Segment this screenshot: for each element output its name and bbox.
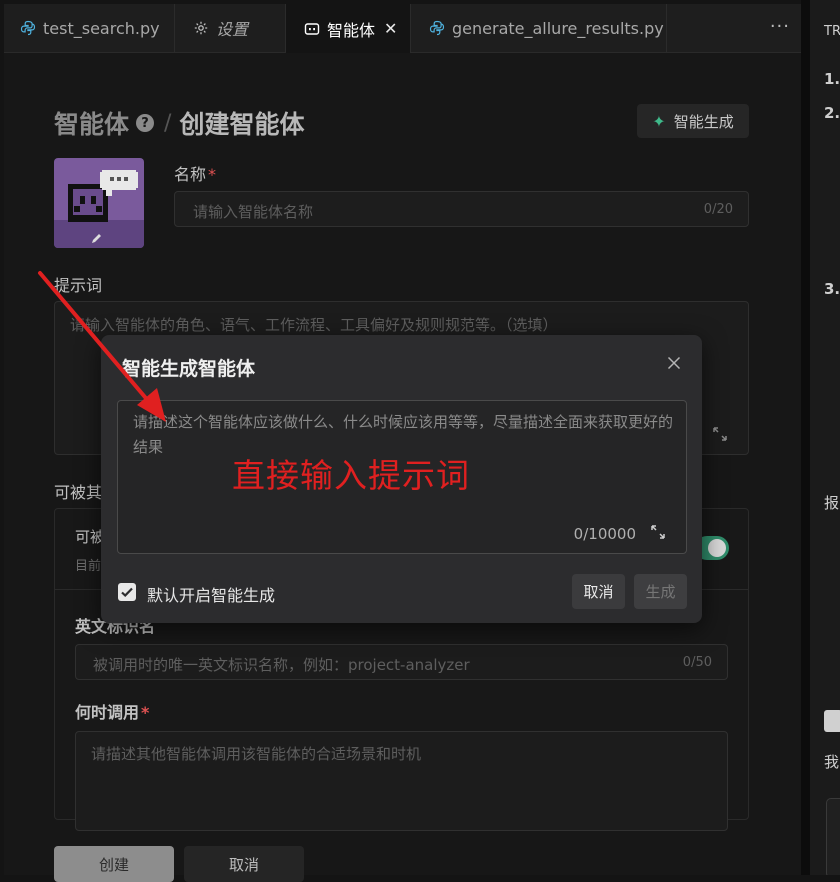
required-mark: * [141,703,150,722]
tab-test-search[interactable]: test_search.py [4,4,175,52]
create-button[interactable]: 创建 [54,846,174,882]
tab-label: 智能体 [327,20,376,40]
list-item: 3. [824,280,840,298]
breadcrumb-agent[interactable]: 智能体 [54,105,129,141]
right-panel-text: 报 [824,494,840,512]
breadcrumb-separator: / [164,110,172,136]
expand-icon[interactable] [712,426,728,442]
default-smart-gen-label[interactable]: 默认开启智能生成 [147,582,275,606]
list-item: 1. [824,70,840,88]
dialog-generate-button[interactable]: 生成 [634,574,687,609]
when-textarea[interactable]: 请描述其他智能体调用该智能体的合适场景和时机 [75,731,728,831]
name-label: 名称 * [174,161,216,185]
tab-label: generate_allure_results.py [452,18,664,38]
chat-input-box[interactable] [826,798,840,875]
more-icon[interactable]: ··· [770,16,790,37]
list-item: 2. [824,104,840,122]
expand-icon[interactable] [650,524,666,540]
en-id-placeholder: 被调用时的唯一英文标识名称，例如：project-analyzer [93,656,470,674]
pencil-icon[interactable] [90,230,104,244]
breadcrumb: 智能体 ? / 创建智能体 [54,105,304,141]
prompt-placeholder: 请输入智能体的角色、语气、工作流程、工具偏好及规则规范等。（选填） [70,316,558,334]
callable-label: 可被其 [54,483,103,502]
python-icon [20,20,36,36]
dialog-char-count: 0/10000 [573,525,636,543]
en-id-input[interactable]: 被调用时的唯一英文标识名称，例如：project-analyzer 0/50 [75,644,728,680]
tab-bar: test_search.py 设置 智能体 ✕ generate_allure_… [4,4,804,53]
name-char-count: 0/20 [703,202,733,217]
close-icon[interactable] [666,355,682,371]
help-icon[interactable]: ? [136,114,155,132]
cancel-button[interactable]: 取消 [184,846,304,882]
agent-icon [304,21,320,37]
smart-generate-label: 智能生成 [673,112,734,131]
close-tab-icon[interactable]: ✕ [384,19,397,38]
right-panel-title: TR [824,24,840,39]
page-title: 创建智能体 [179,110,305,139]
callable-card-desc: 目前 [75,559,102,574]
sparkle-icon: ✦ [652,111,666,131]
tab-settings[interactable]: 设置 [175,4,286,52]
tab-label: 设置 [216,20,249,39]
name-placeholder: 请输入智能体名称 [193,203,314,221]
name-input[interactable]: 请输入智能体名称 0/20 [174,191,749,227]
en-id-char-count: 0/50 [682,655,712,670]
dialog-title: 智能生成智能体 [122,358,256,380]
when-label: 何时调用 * [75,699,149,723]
default-smart-gen-checkbox[interactable] [118,583,136,601]
tab-generate-allure[interactable]: generate_allure_results.py [411,4,667,52]
smart-generate-button[interactable]: ✦ 智能生成 [637,104,749,138]
assistant-avatar-icon [824,710,840,732]
right-panel-text: 我 [824,753,840,771]
when-placeholder: 请描述其他智能体调用该智能体的合适场景和时机 [91,745,422,763]
when-label-text: 何时调用 [75,703,140,722]
right-panel: TR 1. 2. 3. 报 我 [810,0,840,875]
required-mark: * [208,165,217,184]
annotation-label: 直接输入提示词 [232,456,470,495]
dialog-cancel-button[interactable]: 取消 [572,574,625,609]
avatar[interactable] [54,158,144,248]
prompt-label: 提示词 [54,276,103,295]
gear-icon [193,20,209,36]
name-label-text: 名称 [174,165,207,184]
tab-agent[interactable]: 智能体 ✕ [286,4,411,53]
panel-divider[interactable] [801,0,810,875]
python-icon [429,20,445,36]
toggle-knob [708,539,726,557]
tab-label: test_search.py [43,18,160,38]
